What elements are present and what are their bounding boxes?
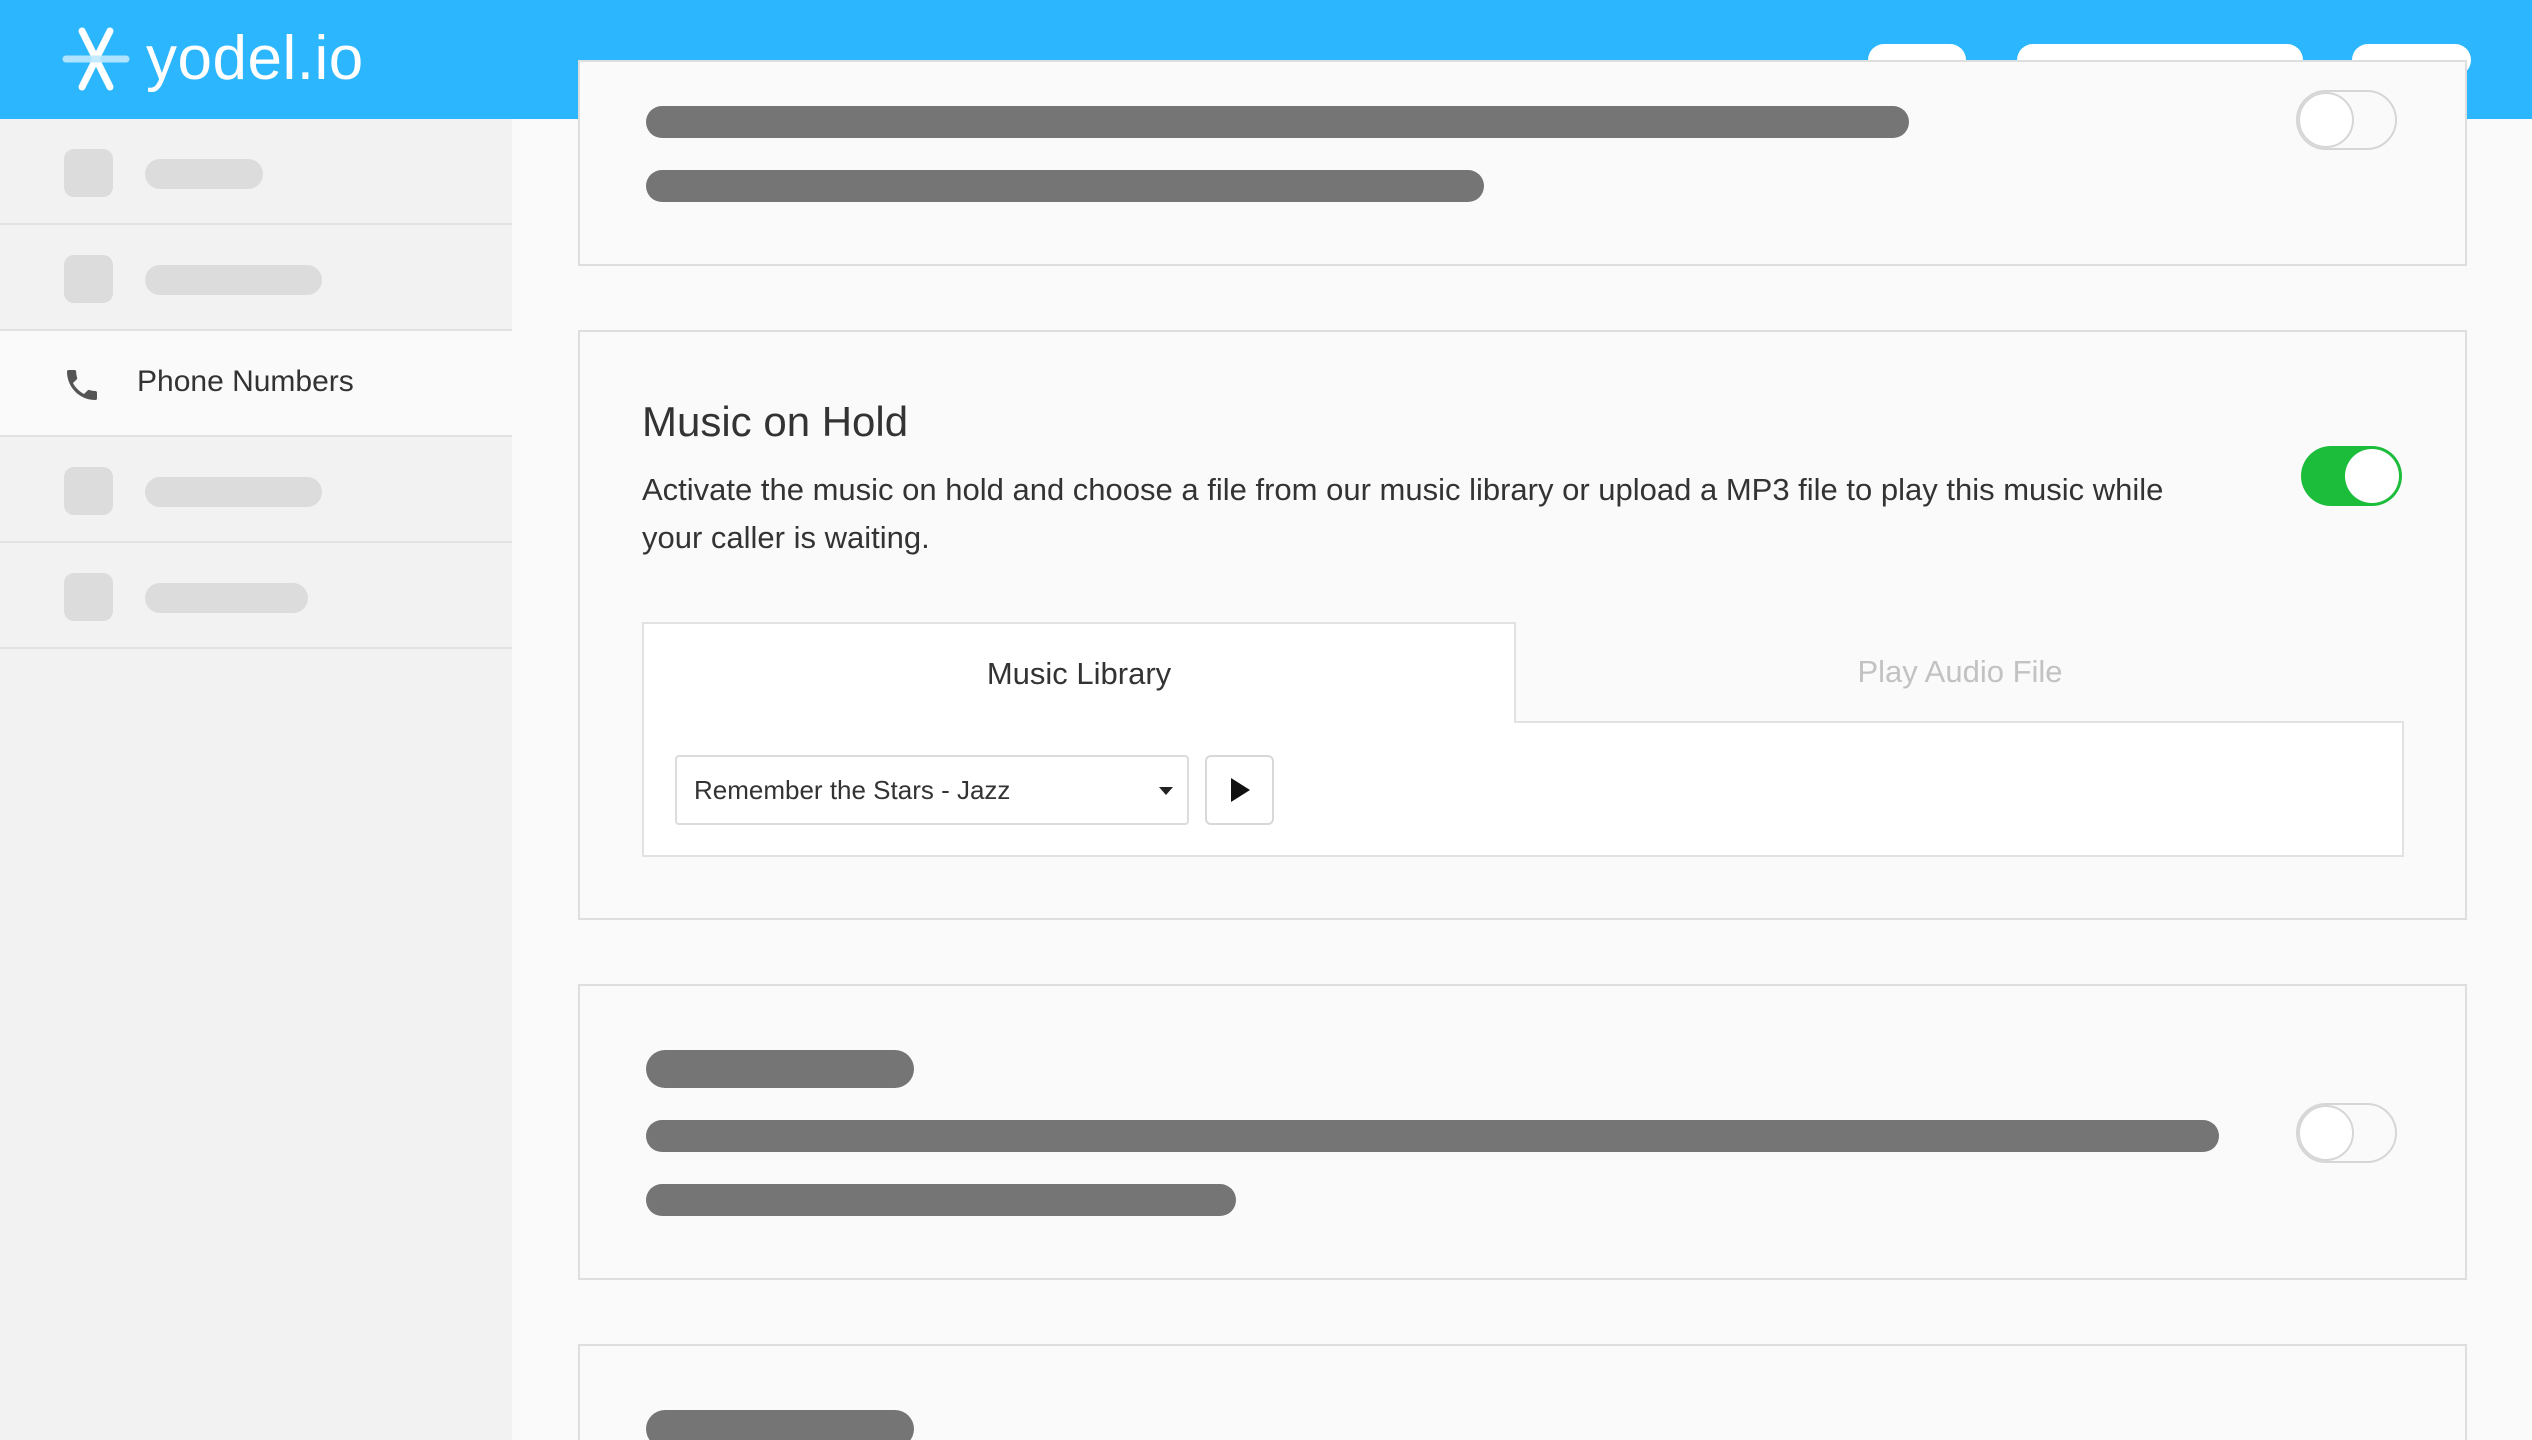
tab-music-library[interactable]: Music Library	[642, 622, 1516, 723]
play-icon	[1230, 778, 1250, 802]
text-placeholder	[646, 1120, 2219, 1152]
sidebar-icon-placeholder	[64, 467, 113, 515]
selected-track-label: Remember the Stars - Jazz	[694, 774, 1011, 805]
music-source-tabs: Music Library Play Audio File Remember t…	[642, 622, 2404, 857]
music-on-hold-toggle[interactable]	[2301, 446, 2402, 506]
music-track-select[interactable]: Remember the Stars - Jazz	[675, 755, 1189, 825]
card-description: Activate the music on hold and choose a …	[642, 472, 2164, 555]
music-on-hold-card: Music on Hold Activate the music on hold…	[578, 330, 2467, 920]
sidebar-icon-placeholder	[64, 255, 113, 303]
sidebar-icon-placeholder	[64, 573, 113, 621]
play-button[interactable]	[1205, 755, 1274, 825]
text-placeholder	[646, 106, 1909, 138]
tab-panel-music-library: Remember the Stars - Jazz	[642, 721, 2404, 857]
card-title: Music on Hold	[642, 398, 909, 445]
sidebar-item-phone-numbers[interactable]: Phone Numbers	[0, 331, 512, 437]
settings-card-placeholder-2	[578, 984, 2467, 1280]
toggle-knob	[2298, 92, 2354, 148]
sidebar-item-placeholder-1[interactable]	[0, 119, 512, 225]
brand-name: yodel.io	[146, 24, 364, 93]
sidebar-label-placeholder	[145, 159, 263, 189]
settings-card-placeholder-3	[578, 1344, 2467, 1440]
yodel-logo-icon	[62, 27, 130, 91]
sidebar-label-placeholder	[145, 583, 308, 613]
tab-play-audio-file[interactable]: Play Audio File	[1516, 622, 2404, 723]
toggle-knob	[2298, 1105, 2354, 1161]
sidebar-label-placeholder	[145, 265, 322, 295]
sidebar-icon-placeholder	[64, 149, 113, 197]
setting-toggle[interactable]	[2296, 1103, 2397, 1163]
setting-toggle[interactable]	[2296, 90, 2397, 150]
toggle-knob	[2345, 449, 2399, 503]
sidebar-item-placeholder-5[interactable]	[0, 543, 512, 649]
sidebar-label-placeholder	[145, 477, 322, 507]
phone-icon	[67, 370, 97, 400]
chevron-down-icon	[1159, 787, 1173, 795]
sidebar-item-label: Phone Numbers	[137, 365, 354, 398]
sidebar: Phone Numbers	[0, 119, 512, 1440]
sidebar-item-placeholder-2[interactable]	[0, 225, 512, 331]
title-placeholder	[646, 1410, 914, 1440]
title-placeholder	[646, 1050, 914, 1088]
brand-logo[interactable]: yodel.io	[62, 24, 364, 94]
text-placeholder	[646, 170, 1484, 202]
text-placeholder	[646, 1184, 1236, 1216]
sidebar-item-placeholder-4[interactable]	[0, 437, 512, 543]
settings-card-placeholder-1	[578, 60, 2467, 266]
